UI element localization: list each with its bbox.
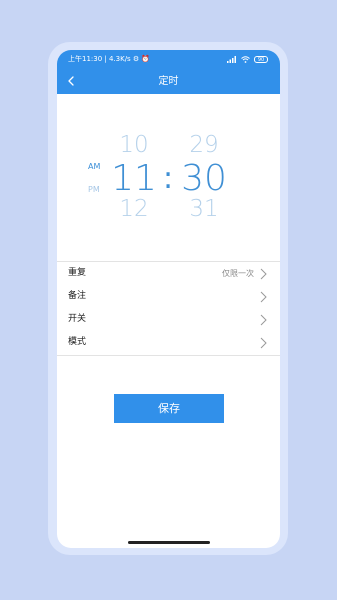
status-icons: 90 [227, 50, 268, 69]
home-indicator [128, 541, 210, 544]
note-label: 备注 [68, 291, 87, 301]
chevron-left-icon [68, 76, 74, 86]
mode-label: 模式 [68, 337, 87, 347]
hour-next: 12 [119, 196, 149, 222]
am-option[interactable]: AM [88, 162, 100, 171]
repeat-label: 重复 [68, 268, 87, 278]
chevron-right-icon [260, 314, 267, 326]
minute-prev: 29 [189, 132, 219, 158]
save-button[interactable]: 保存 [114, 394, 224, 423]
app-screen: 上午11:30 | 4.3K/s ⚙ ⏰ 90 定时 AM PM 10 11 1… [57, 50, 280, 548]
time-separator: : [162, 161, 174, 196]
wifi-icon [241, 56, 250, 63]
signal-icon [227, 56, 236, 63]
minute-next: 31 [189, 196, 219, 222]
battery-icon: 90 [254, 56, 268, 63]
hour-prev: 10 [119, 132, 149, 158]
status-time-network: 上午11:30 | 4.3K/s ⚙ ⏰ [68, 55, 151, 63]
note-row[interactable]: 备注 [57, 285, 280, 308]
repeat-value: 仅限一次 [222, 269, 254, 278]
chevron-right-icon [260, 268, 267, 280]
chevron-right-icon [260, 291, 267, 303]
settings-list: 重复 仅限一次 备注 开关 模式 [57, 261, 280, 356]
switch-label: 开关 [68, 314, 87, 324]
status-bar: 上午11:30 | 4.3K/s ⚙ ⏰ 90 [57, 50, 280, 69]
time-picker[interactable]: AM PM 10 11 12 : 29 30 31 [57, 94, 280, 262]
minute-selected: 30 [181, 158, 227, 199]
switch-row[interactable]: 开关 [57, 308, 280, 331]
hour-selected: 11 [111, 158, 157, 199]
back-button[interactable] [63, 73, 79, 89]
repeat-row[interactable]: 重复 仅限一次 [57, 262, 280, 285]
page-title: 定时 [158, 76, 179, 87]
title-bar: 定时 [57, 69, 280, 94]
mode-row[interactable]: 模式 [57, 331, 280, 354]
pm-option[interactable]: PM [88, 185, 100, 194]
chevron-right-icon [260, 337, 267, 349]
